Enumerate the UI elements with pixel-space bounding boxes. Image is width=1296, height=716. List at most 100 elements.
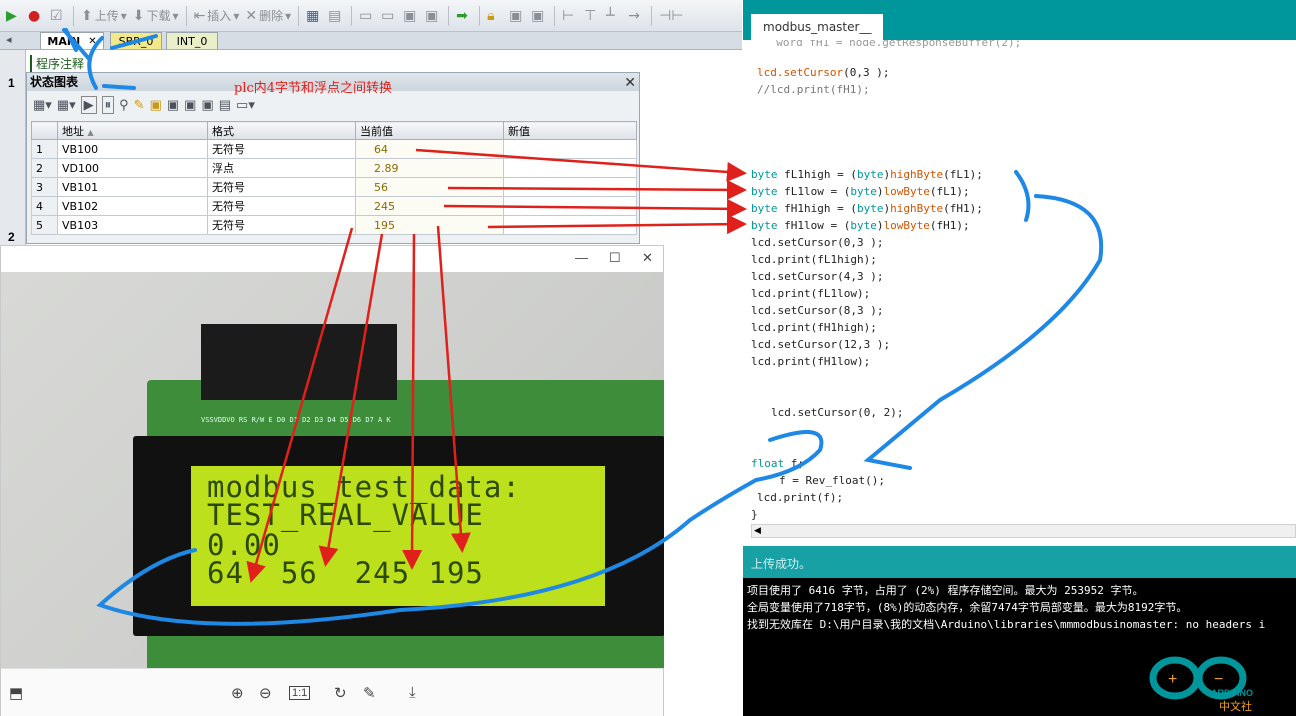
new-value-cell[interactable] [503,215,637,235]
edit-icon[interactable]: ✎ [363,684,376,702]
column-header-format[interactable]: 格式 [207,121,356,140]
upload-label: 上传 [94,9,119,23]
close-icon[interactable]: ✕ [642,250,653,266]
play-icon[interactable]: ▶ [80,96,97,114]
chevron-down-icon: ▾ [120,8,127,23]
contact-icon[interactable]: ┴ [604,5,624,27]
lock-icon[interactable]: ▣ [167,97,179,113]
box-icon[interactable]: ▣ [401,5,421,27]
box-icon[interactable]: ▣ [423,5,443,27]
horizontal-scrollbar[interactable]: ◀ [751,524,1296,538]
lock-icon[interactable]: ▣ [201,97,213,113]
insert-button[interactable]: ⇤ 插入 ▾ [192,5,242,27]
status-chart-window: 状态图表 ✕ ▦▾ ▦▾ ▶ ⏸ ⚲ ✎ ▣ ▣ ▣ ▣ ▤ ▭▾ 地址 ▲ 格… [26,72,640,244]
row-index: 2 [31,158,58,178]
table-icon[interactable]: ▦▾ [33,97,52,113]
lock-icon[interactable]: ▣ [529,5,549,27]
format-cell[interactable]: 无符号 [207,196,356,216]
tag-icon[interactable]: ▭▾ [236,97,255,113]
zoom-in-icon[interactable]: ⊕ [231,684,244,702]
address-cell[interactable]: VB101 [57,177,208,197]
maximize-icon[interactable]: ☐ [609,250,621,266]
arduino-logo: + − ARDUINO 中文社区 [1141,650,1261,716]
zoom-out-icon[interactable]: ⊖ [259,684,272,702]
grid-icon[interactable]: ▤ [326,5,346,27]
contact-icon[interactable]: ⊣⊢ [657,5,685,27]
close-icon[interactable]: ✕ [624,73,636,91]
tab-main[interactable]: MAIN ✕ [40,32,104,49]
current-value-cell: 56 [355,177,504,197]
glasses-icon[interactable]: ⚲ [119,97,129,113]
actual-size-icon[interactable]: 1:1 [289,686,311,700]
contact-icon[interactable]: ⊢ [560,5,580,27]
address-cell[interactable]: VB102 [57,196,208,216]
format-cell[interactable]: 无符号 [207,139,356,159]
contact-icon[interactable]: ⊤ [582,5,602,27]
new-value-cell[interactable] [503,158,637,178]
tab-int0[interactable]: INT_0 [166,32,218,49]
toolbar-divider [554,5,556,26]
status-chart-toolbar: ▦▾ ▦▾ ▶ ⏸ ⚲ ✎ ▣ ▣ ▣ ▣ ▤ ▭▾ [27,93,639,117]
row-index: 1 [31,139,58,159]
table-corner [31,121,58,140]
format-cell[interactable]: 浮点 [207,158,356,178]
table-row[interactable]: 2 VD100 浮点 2.89 [31,158,637,178]
table-row[interactable]: 3 VB101 无符号 56 [31,177,637,197]
column-header-current[interactable]: 当前值 [355,121,504,140]
slideshow-icon[interactable]: ⬒ [9,684,23,702]
photo-viewer-window: — ☐ ✕ VSSVDDVO RS R/W E D0 D1 D2 D3 D4 D… [0,245,664,716]
network-number: 2 [8,230,15,244]
box-icon[interactable]: ▭ [379,5,399,27]
lock-icon[interactable]: ▣ [150,97,162,113]
current-value-cell: 245 [355,196,504,216]
delete-label: 删除 [259,9,284,23]
lcd-line-4: 64 56 245 195 [207,556,484,590]
address-cell[interactable]: VB103 [57,215,208,235]
new-value-cell[interactable] [503,139,637,159]
table-icon[interactable]: ▦▾ [57,97,76,113]
contact-icon[interactable]: → [626,5,646,27]
arduino-ide: modbus_master__ word fH1 = node.getRespo… [743,0,1296,716]
table-row[interactable]: 5 VB103 无符号 195 [31,215,637,235]
minimize-icon[interactable]: — [575,250,588,265]
table-row[interactable]: 1 VB100 无符号 64 [31,139,637,159]
tab-label: INT_0 [176,34,208,48]
stop-icon[interactable]: ● [26,5,46,27]
rotate-icon[interactable]: ↻ [334,684,347,702]
toolbar-divider [448,5,450,26]
new-value-cell[interactable] [503,196,637,216]
status-table: 地址 ▲ 格式 当前值 新值 1 VB100 无符号 64 2 VD100 浮点… [31,121,637,235]
upload-button[interactable]: ⬆ 上传 ▾ [79,5,129,27]
tab-sbr0[interactable]: SBR_0 [110,32,162,49]
chart-icon[interactable]: ▤ [219,97,231,113]
code-editor[interactable]: word fH1 = node.getResponseBuffer(2); lc… [743,40,1296,522]
address-cell[interactable]: VD100 [57,158,208,178]
format-cell[interactable]: 无符号 [207,215,356,235]
network-icon[interactable]: ▦ [304,5,324,27]
compile-icon[interactable]: ☑ [48,5,68,27]
box-icon[interactable]: ▭ [357,5,377,27]
format-cell[interactable]: 无符号 [207,177,356,197]
lock-icon[interactable]: ▣ [507,5,527,27]
scroll-left-icon[interactable]: ◀ [754,525,761,536]
pause-icon[interactable]: ⏸ [101,96,115,114]
download-button[interactable]: ⬇ 下载 ▾ [131,5,181,27]
download-icon[interactable]: ⤓ [409,684,416,701]
column-header-address[interactable]: 地址 ▲ [57,121,208,140]
chevron-left-icon[interactable]: ◂ [6,33,12,46]
run-icon[interactable]: ▶ [4,5,24,27]
chevron-down-icon: ▾ [285,8,292,23]
close-icon[interactable]: ✕ [88,36,96,47]
pencil-icon[interactable]: ✎ [134,97,145,113]
go-icon[interactable]: ➡ [454,5,474,27]
program-comment[interactable]: 程序注释 [30,55,84,72]
lock-icon[interactable]: ▣ [184,97,196,113]
delete-button[interactable]: ✕ 删除 ▾ [243,5,293,27]
lock-icon[interactable]: 🔒︎ [485,5,505,27]
column-header-new[interactable]: 新值 [503,121,637,140]
table-row[interactable]: 4 VB102 无符号 245 [31,196,637,216]
address-cell[interactable]: VB100 [57,139,208,159]
code-line: byte fL1low = (byte)lowByte(fL1); [751,185,970,198]
new-value-cell[interactable] [503,177,637,197]
tab-sketch[interactable]: modbus_master__ [751,14,883,40]
